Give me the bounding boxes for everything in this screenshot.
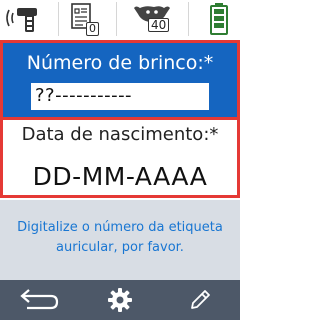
device-count-badge: 0 — [86, 22, 99, 36]
ear-tag-label: Número de brinco:* — [26, 52, 214, 74]
device-status: 0 — [66, 0, 108, 38]
animal-count-badge: 40 — [148, 18, 170, 32]
instruction-text: Digitalize o número da etiqueta auricula… — [17, 220, 223, 255]
bottom-toolbar — [0, 280, 240, 320]
rfid-scanner-icon — [6, 8, 37, 32]
settings-button[interactable] — [80, 280, 160, 320]
divider — [58, 2, 59, 36]
edit-button[interactable] — [160, 280, 240, 320]
animal-status: 40 — [128, 0, 180, 38]
instruction-panel: Digitalize o número da etiqueta auricula… — [0, 200, 240, 280]
birth-date-field[interactable]: DD-MM-AAAA — [3, 162, 237, 191]
battery-status — [200, 0, 240, 38]
ear-tag-section[interactable]: Número de brinco:* ??----------- — [0, 40, 240, 120]
birth-date-label: Data de nascimento:* — [21, 124, 219, 145]
pencil-icon — [191, 290, 210, 309]
divider — [116, 2, 117, 36]
back-arrow-icon — [20, 289, 59, 310]
gear-icon — [108, 288, 132, 312]
birth-date-section[interactable]: Data de nascimento:* DD-MM-AAAA — [0, 120, 240, 198]
back-button[interactable] — [0, 280, 80, 320]
divider — [188, 2, 189, 36]
ear-tag-input[interactable]: ??----------- — [31, 83, 209, 110]
status-bar: 0 40 — [0, 0, 240, 38]
battery-icon — [210, 3, 228, 35]
ear-tag-value: ??----------- — [35, 85, 133, 106]
scanner-status — [2, 0, 50, 38]
